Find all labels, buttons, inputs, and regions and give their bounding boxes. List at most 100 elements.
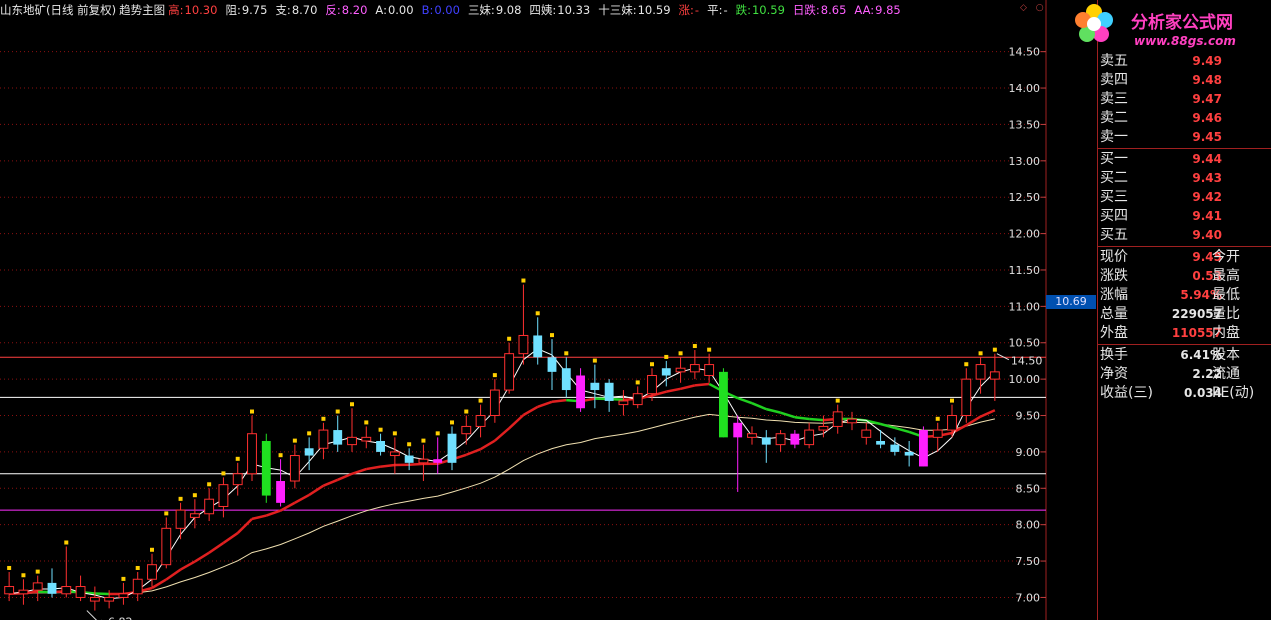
candle-body bbox=[719, 371, 728, 438]
logo-url[interactable]: www.88gs.com bbox=[1134, 34, 1236, 48]
ma-trend-segment bbox=[322, 478, 339, 487]
candle-body bbox=[661, 368, 671, 376]
signal-marker bbox=[307, 431, 312, 436]
signal-marker bbox=[207, 482, 212, 487]
candle-body bbox=[376, 440, 385, 452]
quote-panel: 分析家公式网 www.88gs.com 卖五 9.49 卖四 9.48 卖三 9.47 卖二… bbox=[1075, 0, 1271, 620]
signal-marker bbox=[564, 351, 569, 356]
header-item-value: 10.30 bbox=[184, 3, 218, 17]
stats2-label: 净资 bbox=[1100, 366, 1128, 382]
signal-marker bbox=[692, 344, 697, 349]
signal-marker bbox=[178, 496, 183, 501]
candle-body bbox=[104, 596, 115, 602]
candle-body bbox=[161, 527, 172, 566]
candle-body bbox=[818, 425, 829, 431]
header-item-value: 0.00 bbox=[387, 3, 414, 17]
header-item-label: 涨: bbox=[678, 3, 694, 17]
candle-body bbox=[18, 589, 29, 595]
signal-marker bbox=[450, 420, 454, 425]
header-item-label: 跌: bbox=[735, 3, 751, 17]
candle-body bbox=[389, 451, 400, 457]
indicator-name: 趋势主图 bbox=[119, 3, 166, 17]
corner-icons[interactable]: ◇ ○ bbox=[1020, 3, 1047, 13]
header-item-value: 0.00 bbox=[434, 3, 460, 17]
flower-logo-icon bbox=[1075, 4, 1113, 42]
ma-trend-segment bbox=[751, 402, 767, 411]
signal-marker bbox=[335, 409, 340, 414]
chart-canvas[interactable]: 7.00 7.50 8.00 8.50 9.00 9.50 10.00 10.50 11.00 1… bbox=[0, 0, 1047, 620]
signal-marker bbox=[350, 402, 354, 407]
signal-marker bbox=[235, 456, 240, 461]
site-logo: 分析家公式网 www.88gs.com bbox=[1075, 2, 1270, 52]
candle-body bbox=[733, 422, 743, 438]
header-item-value: 10.59 bbox=[637, 3, 671, 17]
stats1-label: 外盘 bbox=[1100, 325, 1128, 341]
candle-body bbox=[32, 582, 43, 591]
ma-long-line bbox=[9, 413, 996, 595]
price-tick-label: 12.50 bbox=[1009, 191, 1041, 204]
buy-value: 9.44 bbox=[1192, 152, 1222, 166]
header-item-value: - bbox=[694, 3, 700, 17]
candle-body bbox=[533, 335, 543, 358]
candle-body bbox=[904, 451, 914, 456]
ma-trend-segment bbox=[236, 517, 253, 534]
ma-trend-segment bbox=[694, 382, 710, 387]
stats2-label: 换手 bbox=[1100, 347, 1128, 363]
candle-body bbox=[775, 433, 786, 446]
signal-marker bbox=[150, 547, 154, 552]
signal-marker bbox=[978, 351, 983, 356]
candle-body bbox=[561, 368, 571, 391]
price-tick-label: 9.50 bbox=[1016, 410, 1041, 423]
signal-marker bbox=[535, 311, 540, 316]
candle-body bbox=[61, 586, 72, 595]
candle-body bbox=[804, 429, 815, 446]
header-item-label: 支: bbox=[275, 3, 291, 17]
signal-marker bbox=[707, 347, 712, 352]
candle-body bbox=[404, 455, 414, 463]
header-item-label: A: bbox=[375, 3, 387, 17]
candle-body bbox=[847, 418, 857, 424]
candle-body bbox=[147, 564, 157, 580]
candle-body bbox=[461, 425, 472, 435]
header-item-label: 阻: bbox=[225, 3, 241, 17]
stats1-label2: 量比 bbox=[1212, 306, 1240, 322]
signal-marker bbox=[992, 347, 997, 352]
signal-marker bbox=[421, 438, 426, 443]
signal-marker bbox=[678, 351, 683, 356]
price-tick-label: 14.00 bbox=[1009, 82, 1041, 95]
ma-trend-segment bbox=[337, 472, 353, 481]
header-item-label: 三妹: bbox=[467, 3, 495, 17]
price-cursor-label: 10.69 bbox=[1046, 295, 1096, 309]
candle-body bbox=[890, 444, 900, 452]
signal-marker bbox=[321, 416, 326, 421]
signal-marker bbox=[121, 576, 126, 581]
sell-label: 卖一 bbox=[1100, 129, 1128, 145]
buy-label: 买五 bbox=[1100, 227, 1128, 243]
ma-trend-segment bbox=[508, 414, 525, 430]
signal-marker bbox=[592, 358, 597, 363]
signal-marker bbox=[164, 511, 169, 516]
signal-marker bbox=[250, 409, 254, 414]
candle-body bbox=[361, 436, 372, 442]
candle-body bbox=[576, 375, 585, 409]
sell-value: 9.47 bbox=[1192, 92, 1222, 106]
ma-trend-segment bbox=[494, 427, 510, 442]
candle-body bbox=[832, 411, 843, 427]
price-tick-label: 7.50 bbox=[1016, 555, 1041, 568]
candle-body bbox=[418, 458, 429, 464]
ma-trend-segment bbox=[208, 541, 225, 554]
stats2-label2: PE(动) bbox=[1212, 385, 1255, 401]
stats1-label: 现价 bbox=[1100, 249, 1128, 265]
candle-body bbox=[689, 364, 700, 373]
price-tick-label: 8.50 bbox=[1016, 482, 1041, 495]
header-item-value: 8.70 bbox=[291, 3, 318, 17]
signal-marker bbox=[650, 362, 654, 367]
buy-label: 买二 bbox=[1100, 170, 1128, 186]
candle-body bbox=[447, 433, 457, 463]
candle-body bbox=[504, 353, 515, 391]
kline-chart[interactable]: 7.00 7.50 8.00 8.50 9.00 9.50 10.00 10.50 11.00 1… bbox=[0, 0, 1047, 620]
header-item-label: 反: bbox=[325, 3, 341, 17]
signal-marker bbox=[378, 427, 383, 432]
signal-marker bbox=[221, 471, 226, 476]
signal-marker bbox=[364, 420, 369, 425]
